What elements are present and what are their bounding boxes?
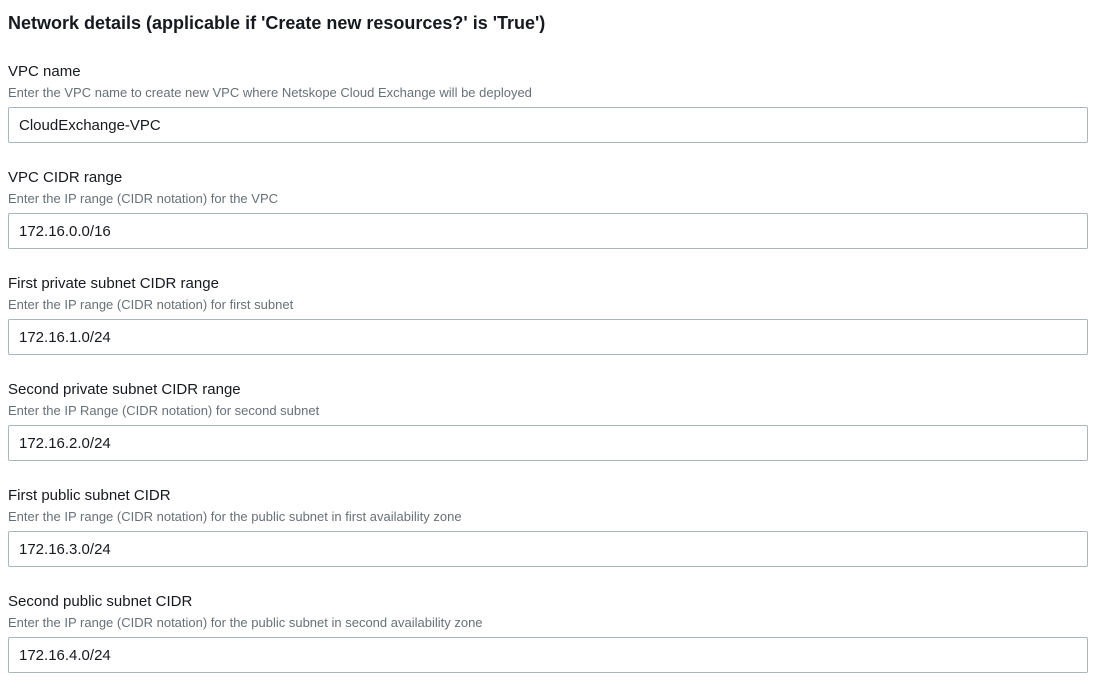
first-public-subnet-label: First public subnet CIDR <box>8 487 171 504</box>
second-private-subnet-input[interactable] <box>8 425 1088 461</box>
first-public-subnet-description: Enter the IP range (CIDR notation) for t… <box>8 509 462 524</box>
first-private-subnet-input[interactable] <box>8 319 1088 355</box>
second-public-subnet-label: Second public subnet CIDR <box>8 593 193 610</box>
vpc-name-label: VPC name <box>8 63 81 80</box>
vpc-cidr-input[interactable] <box>8 213 1088 249</box>
second-private-subnet-field: Second private subnet CIDR range Enter t… <box>8 381 1088 461</box>
second-public-subnet-field: Second public subnet CIDR Enter the IP r… <box>8 593 1088 673</box>
first-private-subnet-label: First private subnet CIDR range <box>8 275 219 292</box>
section-title: Network details (applicable if 'Create n… <box>8 13 546 33</box>
second-public-subnet-input[interactable] <box>8 637 1088 673</box>
vpc-cidr-field: VPC CIDR range Enter the IP range (CIDR … <box>8 169 1088 249</box>
vpc-cidr-description: Enter the IP range (CIDR notation) for t… <box>8 191 279 206</box>
second-public-subnet-description: Enter the IP range (CIDR notation) for t… <box>8 615 483 630</box>
second-private-subnet-description: Enter the IP Range (CIDR notation) for s… <box>8 403 320 418</box>
second-private-subnet-label: Second private subnet CIDR range <box>8 381 241 398</box>
vpc-name-input[interactable] <box>8 107 1088 143</box>
first-private-subnet-field: First private subnet CIDR range Enter th… <box>8 275 1088 355</box>
first-public-subnet-input[interactable] <box>8 531 1088 567</box>
first-private-subnet-description: Enter the IP range (CIDR notation) for f… <box>8 297 294 312</box>
vpc-cidr-label: VPC CIDR range <box>8 169 123 186</box>
first-public-subnet-field: First public subnet CIDR Enter the IP ra… <box>8 487 1088 567</box>
vpc-name-description: Enter the VPC name to create new VPC whe… <box>8 85 532 100</box>
vpc-name-field: VPC name Enter the VPC name to create ne… <box>8 63 1088 143</box>
